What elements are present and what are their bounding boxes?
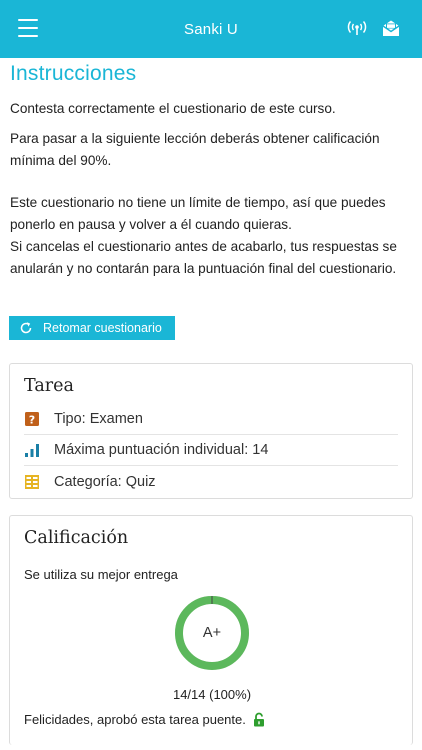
retake-quiz-label: Retomar cuestionario [43, 321, 162, 335]
broadcast-signal-icon[interactable] [346, 17, 368, 39]
instruction-text-3b: Si cancelas el cuestionario antes de aca… [10, 239, 397, 276]
grade-subtitle: Se utiliza su mejor entrega [24, 567, 178, 582]
instruction-text-1: Contesta correctamente el cuestionario d… [10, 101, 336, 116]
task-card: Tarea ? Tipo: Examen Máxima puntuación i… [9, 363, 413, 499]
grade-letter: A+ [202, 625, 222, 641]
grade-ring: A+ [173, 594, 251, 672]
category-grid-icon [25, 474, 39, 489]
open-envelope-icon[interactable] [380, 17, 402, 39]
header-actions [346, 17, 402, 39]
task-card-title: Tarea [24, 376, 74, 396]
instruction-text-3: Este cuestionario no tiene un límite de … [10, 192, 414, 280]
task-category-label: Categoría: Quiz [54, 473, 156, 490]
app-title: Sanki U [184, 20, 238, 38]
svg-text:?: ? [29, 414, 35, 427]
grade-card: Calificación Se utiliza su mejor entrega… [9, 515, 413, 745]
unlocked-padlock-icon [253, 712, 264, 727]
grade-card-title: Calificación [24, 528, 129, 548]
congrats-message: Felicidades, aprobó esta tarea puente. [24, 712, 266, 727]
page-title: Instrucciones [10, 62, 137, 85]
question-mark-icon: ? [25, 412, 39, 427]
retake-quiz-button[interactable]: Retomar cuestionario [9, 316, 175, 340]
hamburger-menu-icon[interactable] [18, 19, 38, 37]
task-max-score-label: Máxima puntuación individual: 14 [54, 442, 269, 458]
congrats-text: Felicidades, aprobó esta tarea puente. [24, 712, 246, 727]
instruction-text-3a: Este cuestionario no tiene un límite de … [10, 195, 386, 232]
instruction-text-2: Para pasar a la siguiente lección deberá… [10, 131, 380, 168]
task-max-score-row: Máxima puntuación individual: 14 [24, 435, 398, 466]
refresh-icon [20, 322, 32, 334]
task-category-row: Categoría: Quiz [24, 466, 398, 497]
grade-score: 14/14 (100%) [172, 687, 252, 702]
bar-chart-icon [25, 444, 39, 457]
task-type-row: ? Tipo: Examen [24, 404, 398, 435]
task-type-label: Tipo: Examen [54, 411, 143, 427]
app-header: Sanki U [0, 0, 422, 58]
